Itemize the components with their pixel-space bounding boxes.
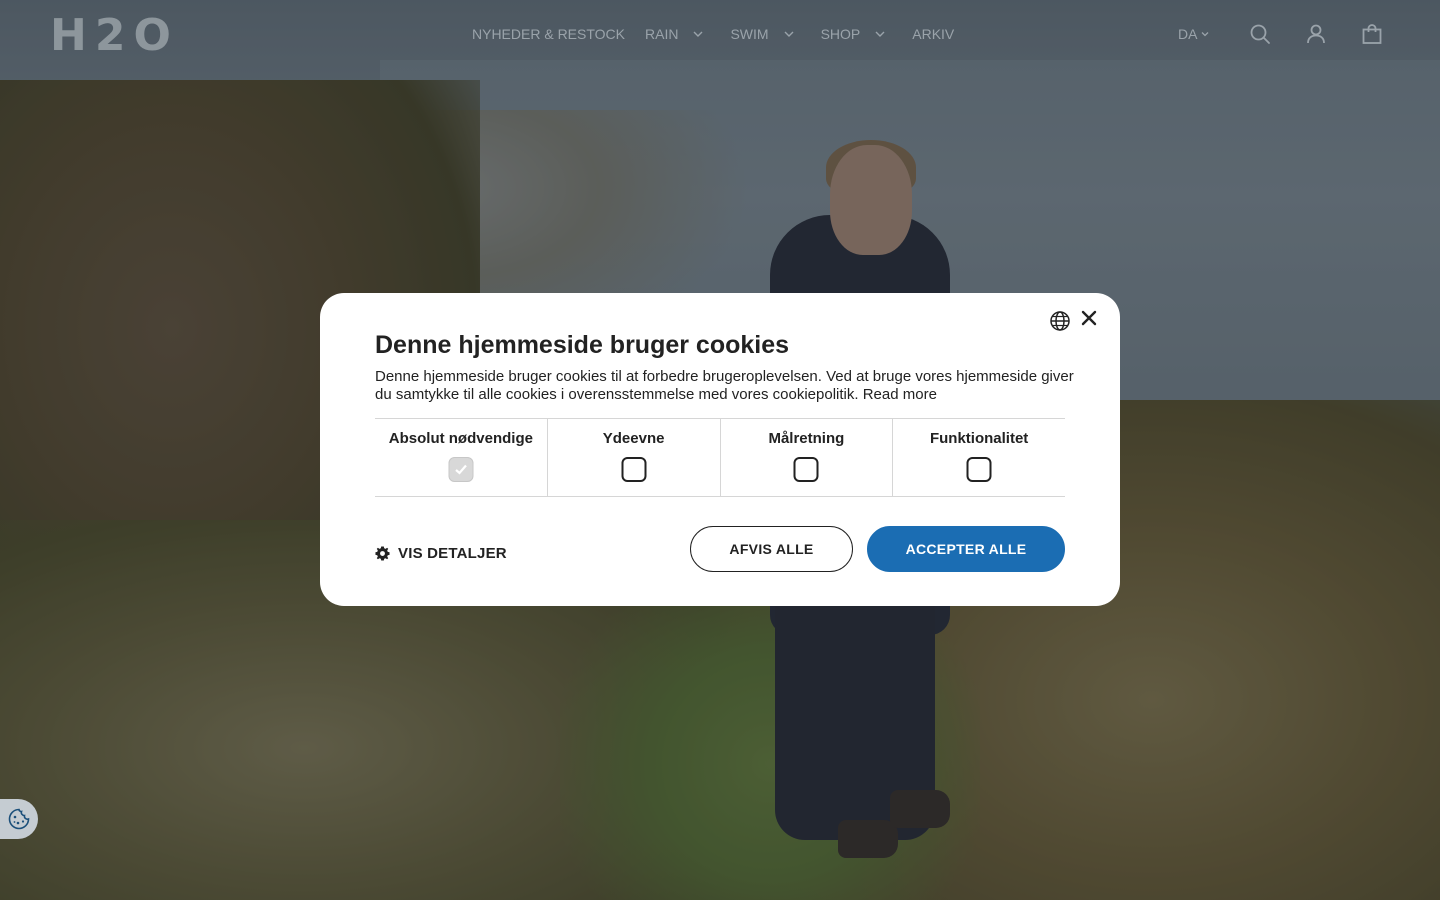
shopping-bag-icon[interactable] [1360,22,1384,46]
category-performance: Ydeevne [546,419,720,496]
category-strictly-necessary: Absolut nødvendige [375,419,547,496]
nav-item-label: RAIN [645,26,679,42]
show-details-label: VIS DETALJER [398,545,507,562]
category-label: Målretning [768,430,845,447]
cookie-dialog-title: Denne hjemmeside bruger cookies [375,331,790,359]
account-icon[interactable] [1304,22,1328,46]
functionality-checkbox[interactable] [966,457,992,482]
search-icon[interactable] [1248,22,1272,46]
nav-item-nyheder[interactable]: NYHEDER & RESTOCK [472,26,625,42]
category-label: Funktionalitet [929,430,1029,447]
cookie-consent-dialog: Denne hjemmeside bruger cookies Denne hj… [320,293,1120,606]
category-targeting: Målretning [719,419,893,496]
cookie-description-text: Denne hjemmeside bruger cookies til at f… [375,368,1074,403]
performance-checkbox[interactable] [621,457,647,482]
cookie-categories: Absolut nødvendige Ydeevne Målretning Fu… [375,418,1065,497]
category-label: Absolut nødvendige [388,430,533,447]
language-label: DA [1178,26,1198,42]
nav-item-label: SHOP [820,26,861,42]
language-selector[interactable]: DA [1178,26,1210,42]
category-functionality: Funktionalitet [892,419,1065,496]
chevron-down-icon [693,31,703,37]
main-nav: NYHEDER & RESTOCK RAIN SWIM SHOP ARKIV [472,25,974,43]
chevron-down-icon [1201,32,1209,37]
nav-item-label: SWIM [730,26,769,42]
targeting-checkbox[interactable] [793,457,819,482]
nav-item-rain[interactable]: RAIN [645,26,704,42]
strictly-necessary-checkbox[interactable] [448,457,474,482]
nav-item-label: NYHEDER & RESTOCK [472,26,625,42]
nav-item-shop[interactable]: SHOP [821,26,887,42]
close-icon[interactable] [1080,309,1098,327]
gear-icon [375,546,390,561]
site-header: H2O NYHEDER & RESTOCK RAIN SWIM SHOP ARK… [0,0,1440,68]
chevron-down-icon [875,31,885,37]
site-logo[interactable]: H2O [50,14,179,58]
cookie-dialog-description: Denne hjemmeside bruger cookies til at f… [375,368,1075,404]
globe-icon[interactable] [1049,310,1071,332]
nav-item-arkiv[interactable]: ARKIV [912,26,954,42]
decline-all-button[interactable]: AFVIS ALLE [690,526,853,572]
nav-item-label: ARKIV [912,26,955,42]
show-details-button[interactable]: VIS DETALJER [375,545,507,562]
check-icon [455,464,467,475]
category-label: Ydeevne [602,430,665,447]
accept-all-button[interactable]: ACCEPTER ALLE [867,526,1065,572]
chevron-down-icon [784,31,794,37]
cookie-icon [8,808,30,830]
nav-item-swim[interactable]: SWIM [730,26,794,42]
read-more-link[interactable]: Read more [863,386,937,403]
